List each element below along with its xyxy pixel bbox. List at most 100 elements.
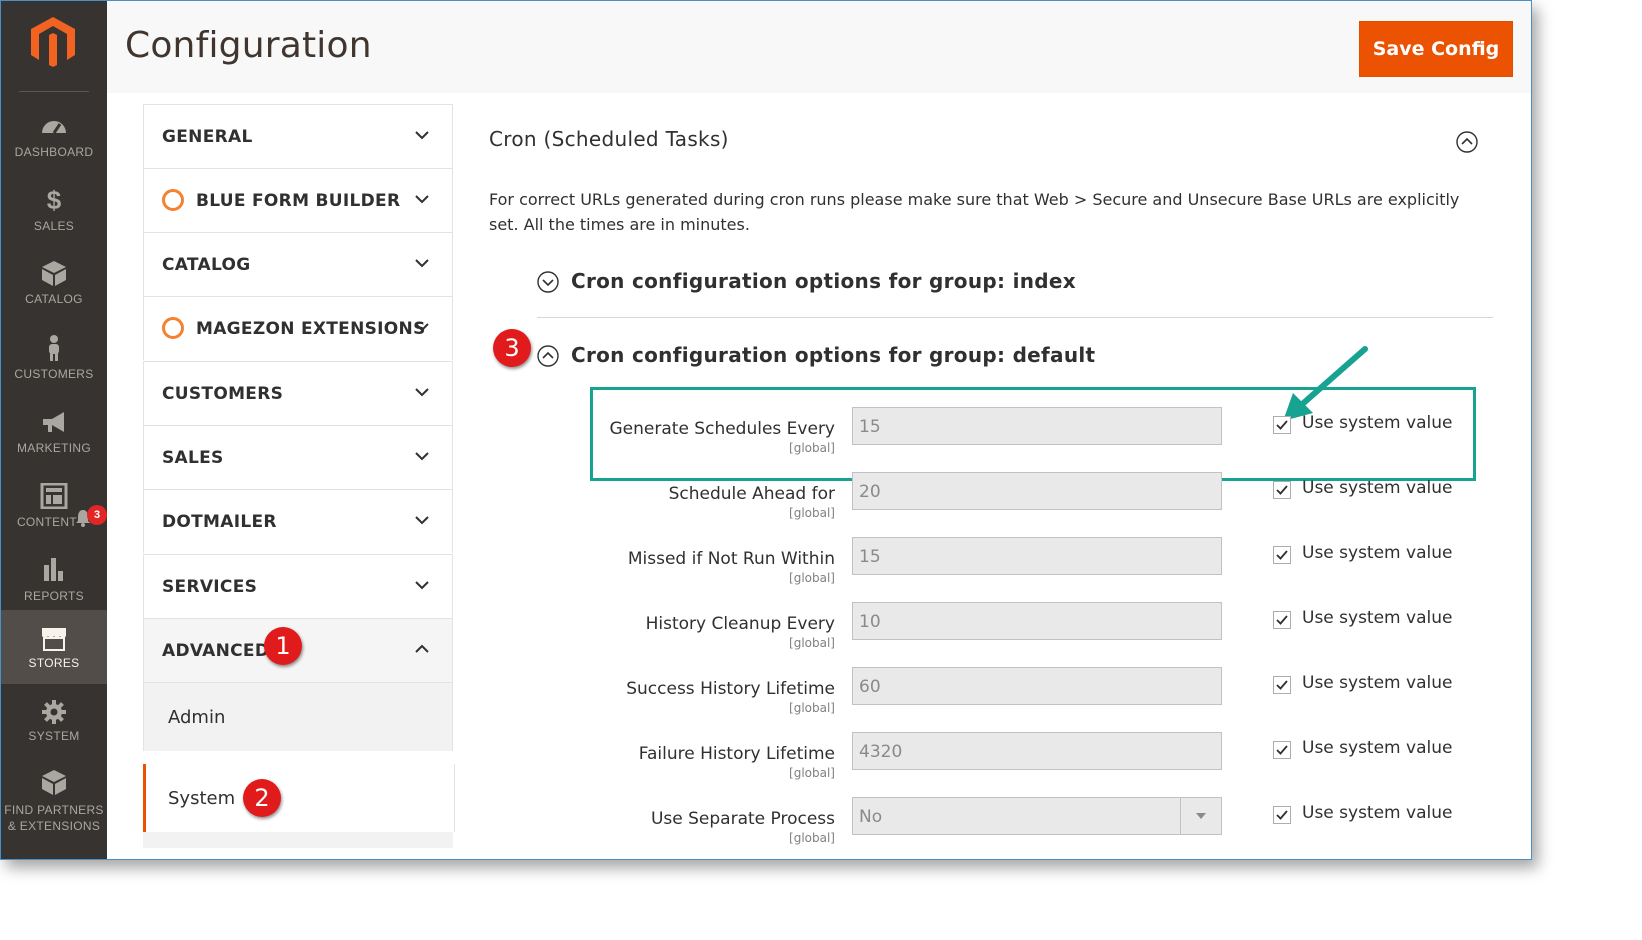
use-system-value-checkbox[interactable] (1273, 676, 1291, 694)
section-title[interactable]: Cron (Scheduled Tasks) (489, 127, 729, 151)
tab-blue-form-builder[interactable]: BLUE FORM BUILDER (143, 168, 453, 232)
field-row-history-cleanup: History Cleanup Every [global] 10 Use sy… (561, 602, 1481, 674)
chevron-down-icon (415, 516, 429, 525)
tab-label: BLUE FORM BUILDER (196, 191, 401, 211)
tab-label: CATALOG (162, 255, 251, 275)
field-label: Success History Lifetime (626, 679, 835, 699)
save-config-button[interactable]: Save Config (1359, 21, 1513, 77)
sidebar-item-catalog[interactable]: CATALOG (1, 246, 107, 320)
boxes-icon (42, 770, 66, 795)
use-system-value-label[interactable]: Use system value (1302, 413, 1452, 433)
missed-if-not-run-input[interactable]: 15 (852, 537, 1222, 575)
field-scope: [global] (789, 636, 835, 650)
sidebar-item-label: MARKETING (16, 441, 92, 455)
sidebar-item-label: SYSTEM (28, 729, 80, 743)
field-row-success-history: Success History Lifetime [global] 60 Use… (561, 667, 1481, 739)
dashboard-icon (42, 121, 66, 134)
use-system-value-checkbox[interactable] (1273, 611, 1291, 629)
group-title: Cron configuration options for group: de… (571, 343, 1096, 367)
field-label: Generate Schedules Every (609, 419, 836, 439)
use-system-value-label[interactable]: Use system value (1302, 608, 1452, 628)
sidebar-item-content[interactable]: CONTENT 3 (1, 469, 107, 543)
tab-dotmailer[interactable]: DOTMAILER (143, 489, 453, 553)
tab-customers[interactable]: CUSTOMERS (143, 361, 453, 425)
failure-history-input[interactable]: 4320 (852, 732, 1222, 770)
use-system-value-label[interactable]: Use system value (1302, 738, 1452, 758)
tabs-footer (143, 832, 453, 848)
tab-sales[interactable]: SALES (143, 425, 453, 489)
chevron-down-icon (415, 259, 429, 268)
group-title: Cron configuration options for group: in… (571, 269, 1076, 293)
sidebar-item-reports[interactable]: REPORTS (1, 543, 107, 617)
step-badge-2: 2 (243, 779, 281, 817)
notification-count-badge[interactable]: 3 (87, 505, 107, 525)
generate-schedules-input[interactable]: 15 (852, 407, 1222, 445)
tab-label: MAGEZON EXTENSIONS (196, 319, 426, 339)
sidebar-item-sales[interactable]: $ SALES (1, 173, 107, 247)
use-system-value-checkbox[interactable] (1273, 806, 1291, 824)
config-tabs: GENERAL BLUE FORM BUILDER CATALOG MAGEZO… (143, 104, 455, 849)
collapse-section-icon[interactable] (1456, 131, 1478, 153)
admin-window: DASHBOARD $ SALES CATALOG CUSTOMERS MARK… (0, 0, 1532, 860)
field-scope: [global] (789, 766, 835, 780)
tab-advanced-system[interactable]: System (143, 764, 455, 832)
history-cleanup-input[interactable]: 10 (852, 602, 1222, 640)
tab-general[interactable]: GENERAL (143, 104, 453, 168)
field-row-generate-schedules: Generate Schedules Every [global] 15 Use… (561, 407, 1481, 479)
tab-label: SALES (162, 448, 224, 468)
sidebar-item-dashboard[interactable]: DASHBOARD (1, 99, 107, 173)
extension-ring-icon (162, 189, 184, 211)
success-history-input[interactable]: 60 (852, 667, 1222, 705)
sidebar-item-label: CUSTOMERS (14, 367, 94, 381)
use-system-value-checkbox[interactable] (1273, 416, 1291, 434)
store-icon (42, 628, 66, 651)
field-row-schedule-ahead: Schedule Ahead for [global] 20 Use syste… (561, 472, 1481, 544)
tab-label: CUSTOMERS (162, 384, 284, 404)
box-icon (42, 261, 66, 286)
field-scope: [global] (789, 701, 835, 715)
tab-magezon-extensions[interactable]: MAGEZON EXTENSIONS (143, 296, 453, 360)
sidebar-item-find-partners[interactable]: FIND PARTNERS & EXTENSIONS (1, 763, 107, 843)
tab-label: DOTMAILER (162, 512, 277, 532)
magento-logo-icon[interactable] (27, 15, 79, 67)
use-system-value-label[interactable]: Use system value (1302, 543, 1452, 563)
tab-label: GENERAL (162, 127, 253, 147)
megaphone-icon (43, 412, 64, 432)
sidebar-item-label-line1: FIND PARTNERS (4, 803, 104, 817)
step-badge-1: 1 (264, 627, 302, 665)
page-title: Configuration (125, 25, 372, 66)
tab-services[interactable]: SERVICES (143, 554, 453, 618)
use-system-value-checkbox[interactable] (1273, 741, 1291, 759)
field-row-failure-history: Failure History Lifetime [global] 4320 U… (561, 732, 1481, 804)
use-system-value-checkbox[interactable] (1273, 481, 1291, 499)
collapse-group-icon (537, 345, 559, 367)
group-divider (537, 317, 1493, 318)
chevron-down-icon (415, 388, 429, 397)
dropdown-arrow-icon (1180, 798, 1221, 834)
use-system-value-label[interactable]: Use system value (1302, 478, 1452, 498)
sidebar-item-label: STORES (28, 656, 80, 670)
sidebar-item-stores[interactable]: STORES (1, 610, 107, 684)
use-system-value-label[interactable]: Use system value (1302, 803, 1452, 823)
field-scope: [global] (789, 831, 835, 845)
field-label: Failure History Lifetime (638, 744, 835, 764)
sidebar-item-marketing[interactable]: MARKETING (1, 395, 107, 469)
person-icon (49, 335, 59, 361)
sidebar-item-label: DASHBOARD (14, 145, 94, 159)
chevron-down-icon (415, 195, 429, 204)
field-row-separate-process: Use Separate Process [global] No Use sys… (561, 797, 1481, 859)
tab-advanced-admin[interactable]: Admin (143, 683, 453, 751)
use-system-value-label[interactable]: Use system value (1302, 673, 1452, 693)
schedule-ahead-input[interactable]: 20 (852, 472, 1222, 510)
sidebar-item-system[interactable]: SYSTEM (1, 691, 107, 765)
use-system-value-checkbox[interactable] (1273, 546, 1291, 564)
chevron-down-icon (415, 323, 429, 332)
layout-icon (40, 483, 68, 509)
chevron-down-icon (415, 131, 429, 140)
sidebar-item-customers[interactable]: CUSTOMERS (1, 321, 107, 395)
section-comment: For correct URLs generated during cron r… (489, 190, 1460, 234)
subtab-label: System (168, 788, 236, 809)
separate-process-select[interactable]: No (852, 797, 1222, 835)
bar-chart-icon (44, 558, 63, 581)
tab-catalog[interactable]: CATALOG (143, 232, 453, 296)
